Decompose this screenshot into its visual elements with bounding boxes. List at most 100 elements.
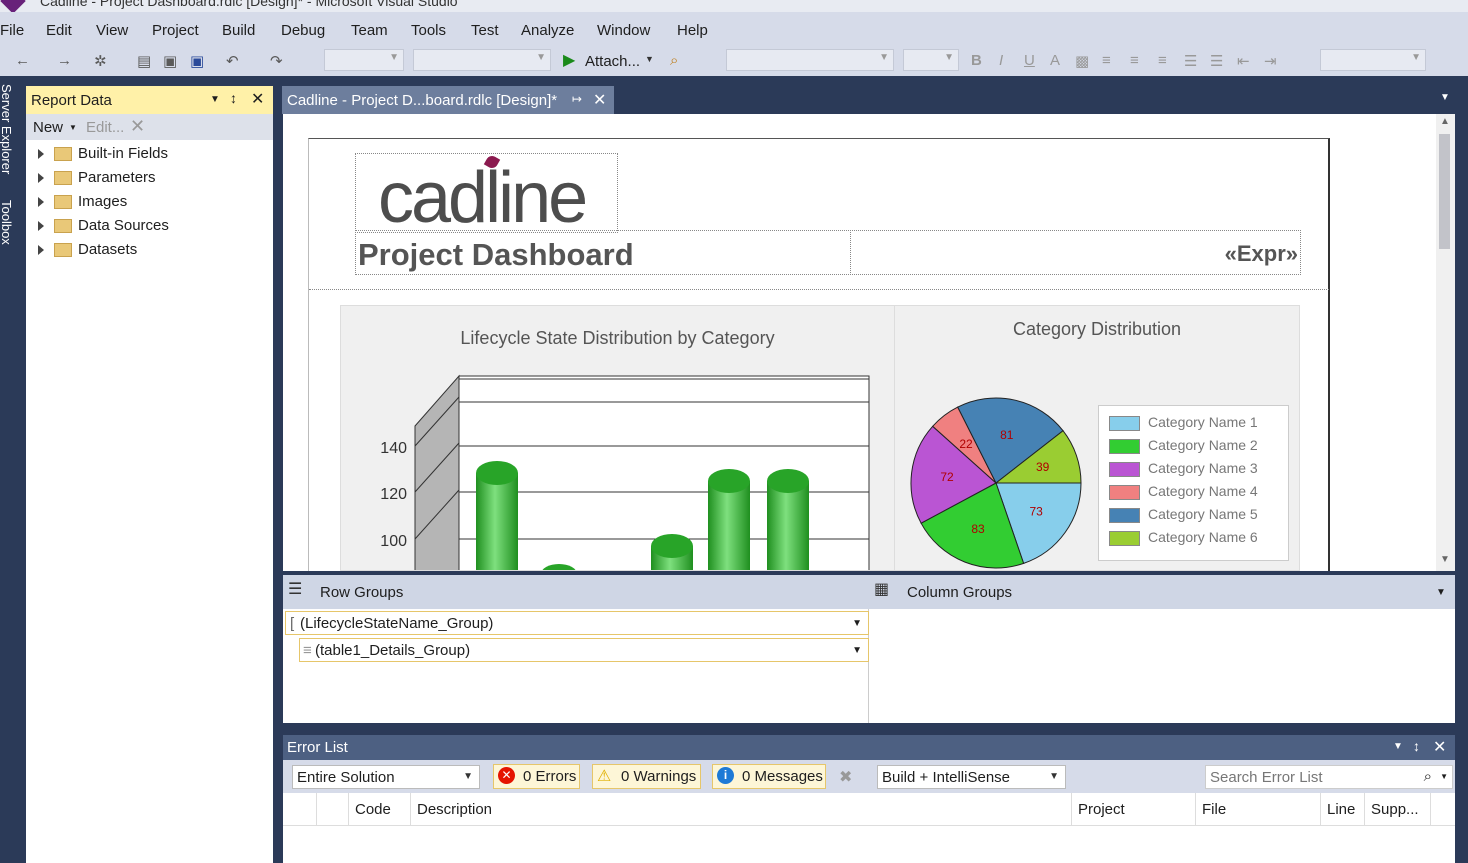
scope-dropdown[interactable]: Entire Solution ▼ xyxy=(292,765,480,789)
tree-item-data-sources[interactable]: Data Sources xyxy=(38,217,169,234)
server-explorer-tab[interactable]: Server Explorer xyxy=(0,84,14,174)
bullet-list-icon[interactable]: ☰ xyxy=(1210,52,1223,70)
attach-dropdown-icon[interactable]: ▼ xyxy=(645,54,654,64)
numbered-list-icon[interactable]: ☰ xyxy=(1184,52,1197,70)
new-button[interactable]: New xyxy=(33,119,63,136)
build-filter-dropdown[interactable]: Build + IntelliSense ▼ xyxy=(877,765,1066,789)
forward-icon[interactable]: → xyxy=(57,52,72,69)
row-group-details[interactable]: ≡ (table1_Details_Group) ▼ xyxy=(299,638,869,662)
font-color-button[interactable]: A xyxy=(1050,52,1060,69)
decrease-indent-icon[interactable]: ⇤ xyxy=(1237,52,1250,70)
error-list-menu-icon[interactable]: ▼ xyxy=(1393,741,1403,752)
logo-image[interactable]: cadline xyxy=(355,153,618,234)
menu-help[interactable]: Help xyxy=(677,22,708,39)
align-right-icon[interactable]: ≡ xyxy=(1158,52,1167,69)
grouping-menu-icon[interactable]: ▼ xyxy=(1436,587,1446,598)
tree-item-datasets[interactable]: Datasets xyxy=(38,241,137,258)
pie-chart[interactable]: Category Distribution 73 83 72 22 81 39 Categ… xyxy=(894,305,1300,571)
menu-view[interactable]: View xyxy=(96,22,128,39)
bar-chart[interactable]: Lifecycle State Distribution by Category… xyxy=(340,305,895,571)
col-header-description[interactable]: Description xyxy=(411,793,1072,825)
menu-team[interactable]: Team xyxy=(351,22,388,39)
open-icon[interactable]: ▤ xyxy=(137,52,151,70)
col-header-suppression[interactable]: Supp... xyxy=(1365,793,1431,825)
messages-filter-button[interactable]: i 0 Messages xyxy=(712,764,826,789)
undo-icon[interactable]: ↶ xyxy=(226,52,239,70)
menu-window[interactable]: Window xyxy=(597,22,650,39)
menu-test[interactable]: Test xyxy=(471,22,499,39)
attach-button[interactable]: Attach... xyxy=(585,53,640,70)
expand-icon[interactable] xyxy=(38,173,44,184)
menu-bar: File Edit View Project Build Debug Team … xyxy=(0,12,1468,46)
scroll-up-icon[interactable]: ▲ xyxy=(1440,116,1450,127)
underline-button[interactable]: U xyxy=(1024,52,1035,69)
col-header-icon[interactable] xyxy=(317,793,349,825)
expr-textbox[interactable]: «Expr» xyxy=(850,230,1301,275)
search-options-icon[interactable]: ▼ xyxy=(1440,772,1448,781)
find-icon[interactable]: ⌕ xyxy=(670,52,678,69)
new-dropdown-icon[interactable]: ▼ xyxy=(69,123,77,132)
title-textbox[interactable]: Project Dashboard xyxy=(355,230,851,275)
expand-icon[interactable] xyxy=(38,221,44,232)
scroll-down-icon[interactable]: ▼ xyxy=(1440,554,1450,565)
menu-project[interactable]: Project xyxy=(152,22,199,39)
row-group-lifecycle[interactable]: [ (LifecycleStateName_Group) ▼ xyxy=(285,611,869,635)
tree-item-parameters[interactable]: Parameters xyxy=(38,169,156,186)
new-project-icon[interactable]: ✲ xyxy=(94,52,107,70)
save-icon[interactable]: ▣ xyxy=(163,52,177,70)
font-size-dropdown[interactable]: ▼ xyxy=(903,49,959,71)
error-search-box[interactable]: Search Error List ⌕ ▼ xyxy=(1205,765,1453,789)
panel-menu-icon[interactable]: ▼ xyxy=(210,94,220,105)
menu-build[interactable]: Build xyxy=(222,22,255,39)
expand-icon[interactable] xyxy=(38,197,44,208)
menu-file[interactable]: File xyxy=(0,22,24,39)
search-icon[interactable]: ⌕ xyxy=(1424,768,1432,785)
menu-debug[interactable]: Debug xyxy=(281,22,325,39)
redo-icon[interactable]: ↷ xyxy=(270,52,283,70)
platform-dropdown[interactable]: ▼ xyxy=(413,49,551,71)
document-tab[interactable]: Cadline - Project D...board.rdlc [Design… xyxy=(282,86,614,114)
col-header-code[interactable]: Code xyxy=(349,793,411,825)
legend-item: Category Name 6 xyxy=(1109,529,1258,546)
save-all-icon[interactable]: ▣ xyxy=(190,52,204,70)
group-dropdown-icon[interactable]: ▼ xyxy=(852,645,862,656)
design-vertical-scrollbar[interactable]: ▲ ▼ xyxy=(1436,114,1455,571)
group-dropdown-icon[interactable]: ▼ xyxy=(852,618,862,629)
tab-pin-icon[interactable]: ↦ xyxy=(572,92,582,106)
tree-item-built-in-fields[interactable]: Built-in Fields xyxy=(38,145,168,162)
menu-tools[interactable]: Tools xyxy=(411,22,446,39)
menu-analyze[interactable]: Analyze xyxy=(521,22,574,39)
align-center-icon[interactable]: ≡ xyxy=(1130,52,1139,69)
expand-icon[interactable] xyxy=(38,245,44,256)
close-icon[interactable]: ✕ xyxy=(251,89,264,109)
bold-button[interactable]: B xyxy=(971,52,982,69)
menu-edit[interactable]: Edit xyxy=(46,22,72,39)
config-dropdown[interactable]: ▼ xyxy=(324,49,404,71)
expand-icon[interactable] xyxy=(38,149,44,160)
font-name-dropdown[interactable]: ▼ xyxy=(726,49,894,71)
errors-filter-button[interactable]: ✕ 0 Errors xyxy=(493,764,580,789)
scroll-thumb[interactable] xyxy=(1439,134,1450,249)
clear-filter-icon[interactable]: ✖ xyxy=(839,767,852,787)
align-left-icon[interactable]: ≡ xyxy=(1102,52,1111,69)
error-list-close-icon[interactable]: ✕ xyxy=(1433,737,1446,757)
play-icon[interactable]: ▶ xyxy=(563,50,575,70)
increase-indent-icon[interactable]: ⇥ xyxy=(1264,52,1277,70)
col-header-project[interactable]: Project xyxy=(1072,793,1196,825)
edit-button[interactable]: Edit... xyxy=(86,119,124,136)
warnings-filter-button[interactable]: ⚠ 0 Warnings xyxy=(592,764,701,789)
toolbox-tab[interactable]: Toolbox xyxy=(0,200,14,245)
italic-button[interactable]: I xyxy=(999,52,1003,69)
tab-close-icon[interactable]: ✕ xyxy=(593,90,606,110)
col-header-line[interactable]: Line xyxy=(1321,793,1365,825)
error-list-pin-icon[interactable]: ↕ xyxy=(1413,738,1420,754)
tab-overflow-icon[interactable]: ▼ xyxy=(1440,92,1450,103)
style-dropdown[interactable]: ▼ xyxy=(1320,49,1426,71)
delete-icon[interactable]: ✕ xyxy=(130,116,145,137)
tree-item-images[interactable]: Images xyxy=(38,193,127,210)
back-icon[interactable]: ← xyxy=(15,52,30,69)
bg-color-icon[interactable]: ▩ xyxy=(1075,52,1089,70)
col-header-blank[interactable] xyxy=(283,793,317,825)
col-header-file[interactable]: File xyxy=(1196,793,1321,825)
pin-icon[interactable]: ↕ xyxy=(230,90,237,106)
